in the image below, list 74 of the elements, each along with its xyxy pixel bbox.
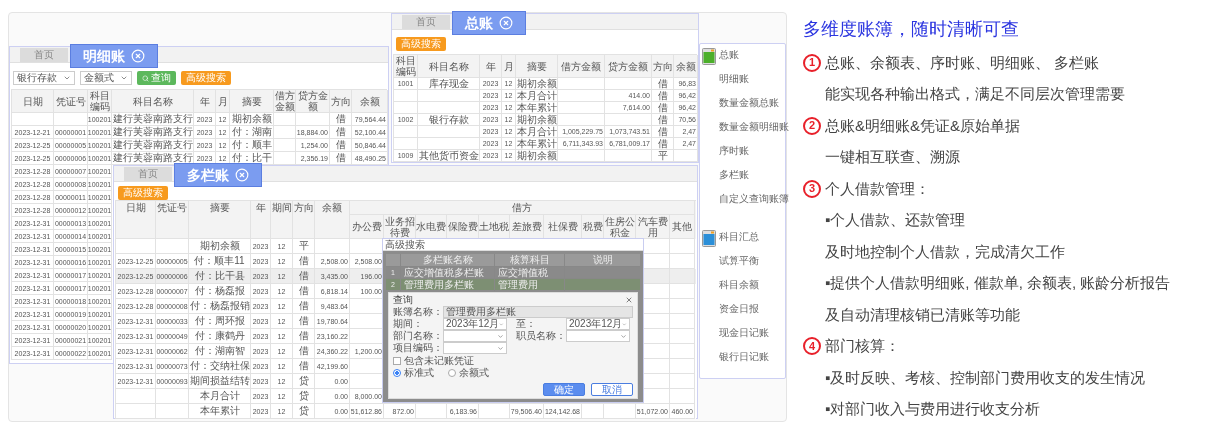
- close-icon[interactable]: [625, 295, 633, 304]
- close-icon[interactable]: [235, 168, 249, 182]
- close-icon[interactable]: [499, 16, 513, 30]
- feature-title: 多维度账簿，随时清晰可查: [803, 18, 1020, 41]
- menu-item[interactable]: 多栏账: [719, 168, 789, 192]
- table-cell: [604, 404, 636, 419]
- menu-item[interactable]: 资金日报: [719, 302, 769, 326]
- number-badge: 2: [803, 116, 821, 135]
- radio-button[interactable]: [393, 369, 401, 377]
- select-field[interactable]: 2023年12月: [443, 318, 507, 330]
- menu-item[interactable]: 科目余额: [719, 278, 769, 302]
- feature-text: 能实现各种输出格式，满足不同层次管理需要: [825, 84, 1125, 104]
- menu-item[interactable]: 试算平衡: [719, 254, 769, 278]
- cancel-button[interactable]: 取消: [591, 383, 633, 396]
- feature-heading: 总账&明细账&凭证&原始单据: [825, 115, 1020, 136]
- table-cell: [156, 404, 189, 419]
- menu-item[interactable]: 明细账: [719, 72, 789, 96]
- number-badge: 1: [803, 53, 821, 72]
- table-cell: 其他货币资金: [418, 150, 480, 162]
- table-cell: 贷: [293, 404, 315, 419]
- feature-heading: 个人借款管理：: [825, 178, 930, 199]
- field-label: 至：: [516, 319, 537, 329]
- menu-item[interactable]: 自定义查询账簿: [719, 192, 789, 216]
- number-badge: 3: [803, 179, 821, 198]
- select-field[interactable]: [443, 330, 507, 342]
- dialog-title: 查询: [393, 294, 413, 305]
- radio-label: 余额式: [459, 368, 489, 378]
- close-icon[interactable]: [131, 49, 145, 63]
- checkbox-box[interactable]: [393, 357, 401, 365]
- menu-item[interactable]: 数量金额明细账: [719, 120, 789, 144]
- field-label: 部门名称：: [393, 331, 443, 341]
- menu-item[interactable]: 总账: [719, 48, 789, 72]
- feature-heading: 总账、余额表、序时账、明细账、 多栏账: [825, 52, 1100, 73]
- ledger-book-icon: [702, 48, 716, 65]
- feature-heading: 部门核算：: [825, 336, 900, 356]
- radio-label: 标准式: [404, 368, 434, 378]
- table-cell: 本年累计: [189, 404, 251, 419]
- field-label: 账簿名称：: [393, 307, 443, 317]
- select-field[interactable]: 2023年12月: [566, 318, 630, 330]
- table-cell: 管理费用多栏账: [400, 279, 494, 291]
- select-field[interactable]: 金额式: [80, 71, 132, 85]
- ledger-book-icon: [702, 230, 716, 247]
- select-field[interactable]: 银行存款: [13, 71, 75, 85]
- field-label: 项目编码：: [393, 343, 443, 353]
- feature-text: 一键相互联查、溯源: [825, 147, 960, 167]
- field-label: 期间：: [393, 319, 424, 329]
- table-cell: 管理费用: [494, 279, 564, 291]
- feature-text: 及自动清理核销已清账等功能: [825, 304, 1020, 325]
- menu-item[interactable]: 序时账: [719, 144, 789, 168]
- menu-item[interactable]: 现金日记账: [719, 326, 769, 350]
- field-label: 职员名称：: [516, 331, 566, 341]
- menu-item[interactable]: 银行日记账: [719, 350, 769, 374]
- menu-item[interactable]: 科目汇总: [719, 230, 769, 254]
- table-cell: [416, 404, 447, 419]
- menu-item[interactable]: 数量金额总账: [719, 96, 789, 120]
- chevron-icon: [63, 74, 71, 82]
- feature-text: ▪提供个人借款明细账, 催款单, 余额表, 账龄分析报告: [825, 273, 1171, 293]
- feature-text: ▪个人借款、还款管理: [825, 210, 966, 230]
- column-group-header: 借方: [350, 201, 695, 215]
- select-field[interactable]: [443, 342, 507, 354]
- table-cell: 期初余额: [516, 150, 558, 162]
- table-cell: [116, 404, 156, 419]
- table-cell: 平: [652, 150, 674, 162]
- select-field[interactable]: [566, 330, 630, 342]
- feature-text: ▪及时反映、考核、控制部门费用收支的发生情况: [825, 367, 1146, 388]
- table-cell: [479, 404, 510, 419]
- search-icon: [142, 74, 149, 82]
- radio-button[interactable]: [448, 369, 456, 377]
- chevron-icon: [120, 74, 128, 82]
- checkbox-label: 包含未记账凭证: [404, 356, 474, 366]
- table-cell: [582, 404, 604, 419]
- feature-text: 及时地控制个人借款，完成清欠工作: [825, 241, 1065, 262]
- number-badge: 4: [803, 337, 821, 356]
- feature-text: ▪对部门收入与费用进行收支分析: [825, 399, 1041, 419]
